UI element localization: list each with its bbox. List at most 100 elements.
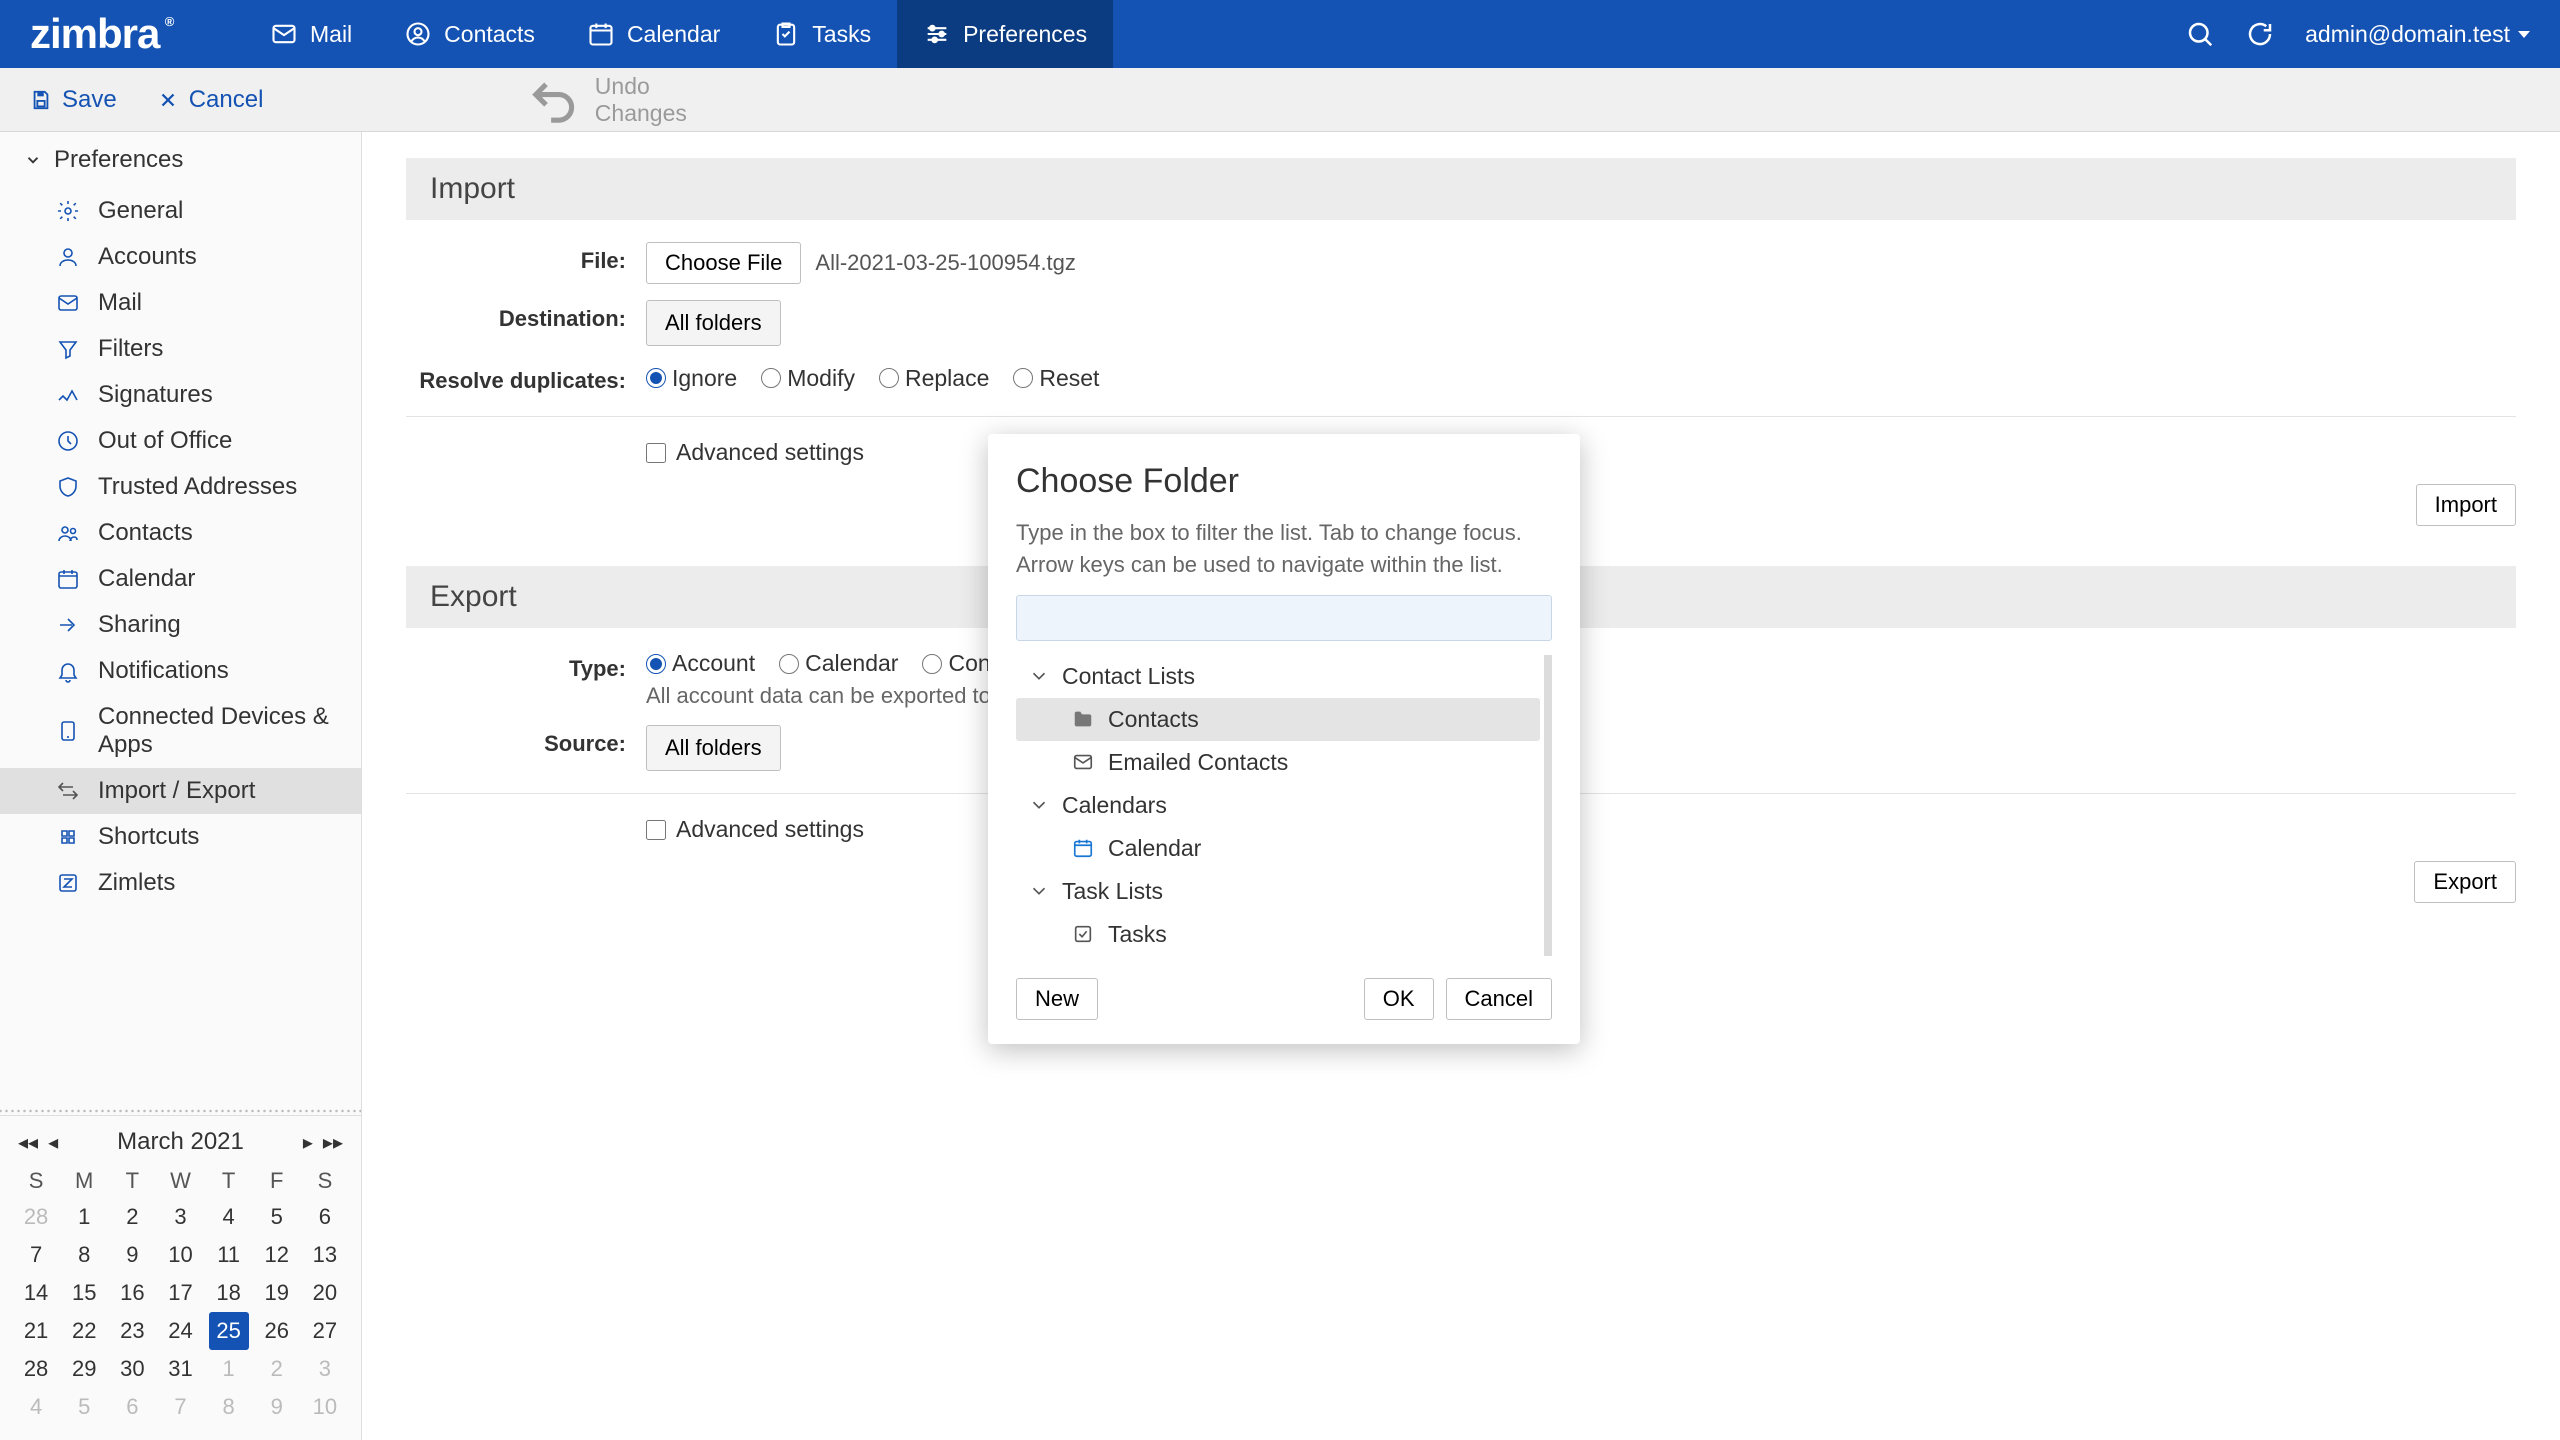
calendar-day[interactable]: 9	[112, 1236, 152, 1274]
sidebar-item-sharing[interactable]: Sharing	[0, 602, 361, 648]
calendar-day[interactable]: 4	[209, 1198, 249, 1236]
calendar-day[interactable]: 23	[112, 1312, 152, 1350]
calendar-day[interactable]: 15	[64, 1274, 104, 1312]
calendar-day[interactable]: 3	[305, 1350, 345, 1388]
sidebar-item-zimlets[interactable]: Zimlets	[0, 860, 361, 906]
import-advanced-settings[interactable]: Advanced settings	[646, 439, 864, 466]
calendar-day[interactable]: 6	[305, 1198, 345, 1236]
calendar-day[interactable]: 9	[257, 1388, 297, 1426]
checkbox-advanced-import[interactable]	[646, 443, 666, 463]
type-calendar[interactable]: Calendar	[779, 650, 898, 677]
cancel-button[interactable]: Cancel	[157, 86, 264, 114]
sidebar-item-import-export[interactable]: Import / Export	[0, 768, 361, 814]
cancel-dialog-button[interactable]: Cancel	[1446, 978, 1552, 1020]
calendar-day[interactable]: 24	[160, 1312, 200, 1350]
tree-item-tasks[interactable]: Tasks	[1016, 913, 1540, 956]
sidebar-item-out-of-office[interactable]: Out of Office	[0, 418, 361, 464]
tab-preferences[interactable]: Preferences	[897, 0, 1113, 68]
logo[interactable]: zimbra	[0, 0, 244, 68]
calendar-day[interactable]: 18	[209, 1274, 249, 1312]
calendar-day[interactable]: 11	[209, 1236, 249, 1274]
new-folder-button[interactable]: New	[1016, 978, 1098, 1020]
calendar-day[interactable]: 14	[16, 1274, 56, 1312]
destination-button[interactable]: All folders	[646, 300, 781, 346]
calendar-day[interactable]: 25	[209, 1312, 249, 1350]
calendar-day[interactable]: 1	[64, 1198, 104, 1236]
calendar-prev-year[interactable]: ◂◂	[18, 1130, 38, 1155]
tree-item-emailed-contacts[interactable]: Emailed Contacts	[1016, 741, 1540, 784]
calendar-day[interactable]: 16	[112, 1274, 152, 1312]
calendar-day[interactable]: 31	[160, 1350, 200, 1388]
sidebar-item-connected-devices[interactable]: Connected Devices & Apps	[0, 694, 361, 768]
tab-calendar[interactable]: Calendar	[561, 0, 746, 68]
radio-modify[interactable]	[761, 368, 781, 388]
tree-group-calendars[interactable]: Calendars	[1016, 784, 1540, 827]
folder-filter-input[interactable]	[1016, 595, 1552, 641]
calendar-day[interactable]: 7	[16, 1236, 56, 1274]
calendar-day[interactable]: 10	[305, 1388, 345, 1426]
sidebar-item-general[interactable]: General	[0, 188, 361, 234]
calendar-day[interactable]: 7	[160, 1388, 200, 1426]
sidebar-item-shortcuts[interactable]: Shortcuts	[0, 814, 361, 860]
calendar-day[interactable]: 21	[16, 1312, 56, 1350]
calendar-day[interactable]: 29	[64, 1350, 104, 1388]
calendar-day[interactable]: 6	[112, 1388, 152, 1426]
save-button[interactable]: Save	[30, 86, 117, 114]
calendar-day[interactable]: 19	[257, 1274, 297, 1312]
sidebar-splitter[interactable]	[0, 1107, 361, 1115]
calendar-day[interactable]: 12	[257, 1236, 297, 1274]
calendar-day[interactable]: 5	[257, 1198, 297, 1236]
search-icon[interactable]	[2185, 19, 2215, 49]
calendar-day[interactable]: 28	[16, 1350, 56, 1388]
radio-reset[interactable]	[1013, 368, 1033, 388]
calendar-day[interactable]: 4	[16, 1388, 56, 1426]
calendar-day[interactable]: 20	[305, 1274, 345, 1312]
calendar-day[interactable]: 8	[64, 1236, 104, 1274]
user-menu[interactable]: admin@domain.test	[2305, 21, 2530, 48]
calendar-day[interactable]: 8	[209, 1388, 249, 1426]
tab-contacts[interactable]: Contacts	[378, 0, 561, 68]
calendar-day[interactable]: 5	[64, 1388, 104, 1426]
sidebar-preferences-header[interactable]: Preferences	[0, 132, 361, 188]
sidebar-item-notifications[interactable]: Notifications	[0, 648, 361, 694]
sidebar-item-contacts[interactable]: Contacts	[0, 510, 361, 556]
calendar-day[interactable]: 10	[160, 1236, 200, 1274]
calendar-next-year[interactable]: ▸▸	[323, 1130, 343, 1155]
ok-button[interactable]: OK	[1364, 978, 1434, 1020]
radio-replace[interactable]	[879, 368, 899, 388]
sidebar-item-trusted-addresses[interactable]: Trusted Addresses	[0, 464, 361, 510]
resolve-reset[interactable]: Reset	[1013, 365, 1099, 392]
calendar-day[interactable]: 2	[112, 1198, 152, 1236]
sidebar-item-calendar[interactable]: Calendar	[0, 556, 361, 602]
choose-file-button[interactable]: Choose File	[646, 242, 801, 284]
resolve-ignore[interactable]: Ignore	[646, 365, 737, 392]
calendar-day[interactable]: 22	[64, 1312, 104, 1350]
calendar-day[interactable]: 2	[257, 1350, 297, 1388]
calendar-day[interactable]: 26	[257, 1312, 297, 1350]
sidebar-item-mail[interactable]: Mail	[0, 280, 361, 326]
tree-item-contacts[interactable]: Contacts	[1016, 698, 1540, 741]
tree-group-contact-lists[interactable]: Contact Lists	[1016, 655, 1540, 698]
import-button[interactable]: Import	[2416, 484, 2516, 526]
type-account[interactable]: Account	[646, 650, 755, 677]
tree-group-task-lists[interactable]: Task Lists	[1016, 870, 1540, 913]
calendar-day[interactable]: 28	[16, 1198, 56, 1236]
calendar-next-month[interactable]: ▸	[303, 1130, 313, 1155]
calendar-day[interactable]: 17	[160, 1274, 200, 1312]
export-button[interactable]: Export	[2414, 861, 2516, 903]
calendar-day[interactable]: 1	[209, 1350, 249, 1388]
calendar-day[interactable]: 27	[305, 1312, 345, 1350]
tab-mail[interactable]: Mail	[244, 0, 378, 68]
resolve-replace[interactable]: Replace	[879, 365, 989, 392]
tab-tasks[interactable]: Tasks	[746, 0, 897, 68]
source-button[interactable]: All folders	[646, 725, 781, 771]
calendar-day[interactable]: 3	[160, 1198, 200, 1236]
radio-ignore[interactable]	[646, 368, 666, 388]
sidebar-item-signatures[interactable]: Signatures	[0, 372, 361, 418]
calendar-prev-month[interactable]: ◂	[48, 1130, 58, 1155]
checkbox-advanced-export[interactable]	[646, 820, 666, 840]
calendar-day[interactable]: 13	[305, 1236, 345, 1274]
calendar-day[interactable]: 30	[112, 1350, 152, 1388]
tree-item-calendar[interactable]: Calendar	[1016, 827, 1540, 870]
export-advanced-settings[interactable]: Advanced settings	[646, 816, 864, 843]
